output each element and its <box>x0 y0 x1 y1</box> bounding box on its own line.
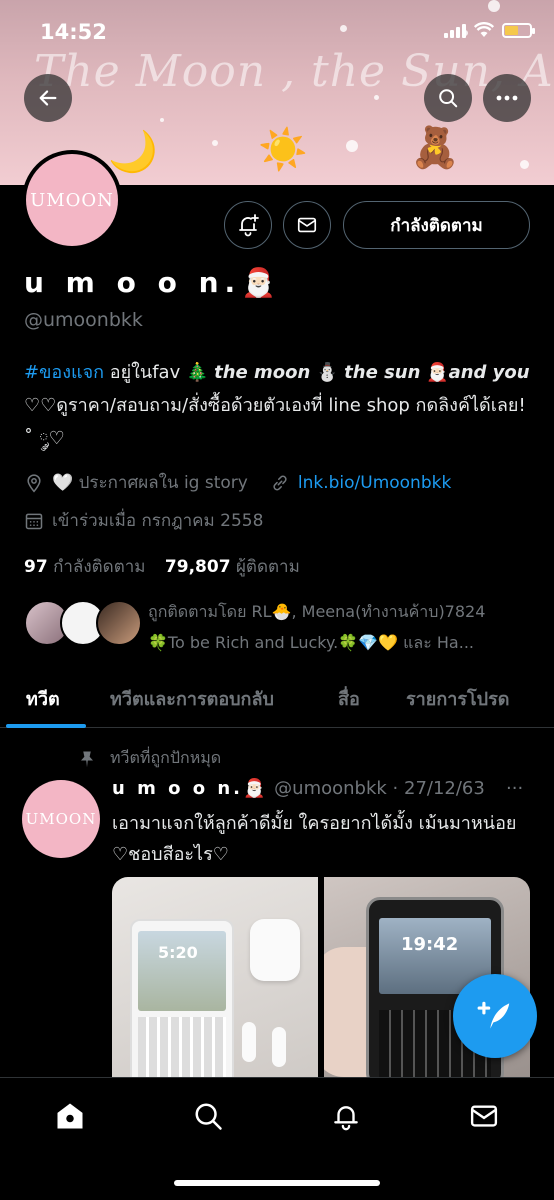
nav-search[interactable] <box>190 1098 226 1134</box>
notifications-button[interactable] <box>224 201 272 249</box>
phone-time: 19:42 <box>401 934 459 955</box>
earbuds-case-image <box>250 919 300 981</box>
bell-icon <box>334 1106 358 1131</box>
following-link[interactable]: 97 กำลังติดตาม <box>24 557 146 577</box>
tab-tweets[interactable]: ทวีต <box>26 684 60 713</box>
search-icon <box>195 1103 222 1130</box>
banner-script-text: The Moon , the Sun, And You <box>34 46 554 97</box>
followed-by-line2: 🍀To be Rich and Lucky.🍀💎💛 และ Ha... <box>148 633 474 652</box>
profile-website-link[interactable]: lnk.bio/Umoonbkk <box>298 473 451 493</box>
tweet-header: u m o o n.🎅🏻 @umoonbkk · 27/12/63 <box>112 778 485 799</box>
bio-text-1: อยู่ในfav 🎄 <box>104 362 215 383</box>
pinned-label-row: ทวีตที่ถูกปักหมุด <box>78 746 221 771</box>
tweet-author-name[interactable]: u m o o n.🎅🏻 <box>112 778 268 799</box>
profile-stats: 97 กำลังติดตาม 79,807 ผู้ติดตาม <box>24 553 300 580</box>
profile-location: 🤍 ประกาศผลใน ig story <box>52 473 248 493</box>
link-icon <box>273 475 287 490</box>
bio-and-you: and you <box>448 362 530 383</box>
active-tab-indicator <box>6 724 86 728</box>
tweet-media-left[interactable]: 5:20 <box>112 877 318 1077</box>
bio-text-4: ♡♡ดูราคา/สอบถาม/สั่งซื้อด้วยตัวเองที่ li… <box>24 395 526 449</box>
profile-avatar[interactable]: UMOON <box>22 150 122 250</box>
status-time: 14:52 <box>40 20 107 44</box>
location-icon <box>27 473 41 492</box>
profile-tabs: ทวีต ทวีตและการตอบกลับ สื่อ รายการโปรด <box>0 668 554 728</box>
pin-icon <box>81 751 93 767</box>
back-button[interactable] <box>24 74 72 122</box>
home-icon <box>57 1103 83 1129</box>
tweet-text: เอามาแจกให้ลูกค้าดีมั้ย ใครอยากได้มั้ง เ… <box>112 813 517 865</box>
bell-plus-icon <box>239 214 259 237</box>
tweet-more-button[interactable]: ··· <box>506 778 523 799</box>
search-button[interactable] <box>424 74 472 122</box>
profile-meta-row: 🤍 ประกาศผลใน ig story lnk.bio/Umoonbkk <box>24 469 451 496</box>
display-name: u m o o n.🎅🏻 <box>24 266 283 299</box>
search-icon <box>439 89 458 108</box>
profile-joined-row: เข้าร่วมเมื่อ กรกฎาคม 2558 <box>24 507 263 534</box>
bio-text-3: 🎅🏻 <box>420 362 449 383</box>
calendar-icon <box>25 513 43 529</box>
home-indicator <box>174 1180 380 1186</box>
followers-count: 79,807 <box>164 557 231 577</box>
tab-media[interactable]: สื่อ <box>338 684 360 713</box>
sun-icon: ☀️ <box>258 127 308 173</box>
phone-time: 5:20 <box>158 943 198 962</box>
feather-plus-icon <box>477 1001 510 1029</box>
wifi-icon <box>474 22 494 37</box>
followers-link[interactable]: 79,807 ผู้ติดตาม <box>165 557 300 577</box>
followed-by-text[interactable]: ถูกติดตามโดย RL🐣, Meena(ทำงานค้าบ)7824 🍀… <box>148 596 538 658</box>
teddy-bear-icon: 🧸 <box>410 125 460 171</box>
bio-text-2: ⛄ <box>310 362 345 383</box>
tweet-handle-date: @umoonbkk · 27/12/63 <box>274 778 485 799</box>
nav-home[interactable] <box>52 1098 88 1134</box>
nav-messages[interactable] <box>466 1098 502 1134</box>
tweet-avatar[interactable]: UMOON <box>22 780 100 858</box>
envelope-icon <box>297 217 317 233</box>
followed-by-line1: ถูกติดตามโดย RL🐣, Meena(ทำงานค้าบ)7824 <box>148 602 486 621</box>
profile-handle: @umoonbkk <box>24 309 143 331</box>
bio-hashtag[interactable]: #ของแจก <box>24 362 104 383</box>
battery-icon <box>502 22 535 38</box>
more-icon <box>496 95 518 101</box>
compose-tweet-button[interactable] <box>453 974 537 1058</box>
profile-joined-date: เข้าร่วมเมื่อ กรกฎาคม 2558 <box>52 511 264 531</box>
following-button[interactable]: กำลังติดตาม <box>343 201 530 249</box>
avatar-text: UMOON <box>26 154 118 246</box>
signal-icon <box>444 22 466 38</box>
followers-label: ผู้ติดตาม <box>235 557 300 577</box>
bio-moon: the moon <box>214 362 311 383</box>
status-icons <box>444 22 535 38</box>
profile-bio: #ของแจก อยู่ในfav 🎄 the moon ⛄ the sun 🎅… <box>24 356 534 455</box>
phone-image: 5:20 <box>130 919 234 1077</box>
bio-sun: the sun <box>344 362 421 383</box>
pinned-label: ทวีตที่ถูกปักหมุด <box>110 748 222 767</box>
follower-avatar <box>96 600 142 646</box>
following-count: 97 <box>24 557 48 577</box>
moon-icon: 🌙 <box>108 129 158 175</box>
following-label: กำลังติดตาม <box>53 557 146 577</box>
message-button[interactable] <box>283 201 331 249</box>
nav-notifications[interactable] <box>328 1098 364 1134</box>
envelope-icon <box>470 1105 498 1127</box>
tab-tweets-replies[interactable]: ทวีตและการตอบกลับ <box>110 684 274 713</box>
tab-likes[interactable]: รายการโปรด <box>406 684 509 713</box>
more-button[interactable] <box>483 74 531 122</box>
arrow-left-icon <box>39 90 57 106</box>
